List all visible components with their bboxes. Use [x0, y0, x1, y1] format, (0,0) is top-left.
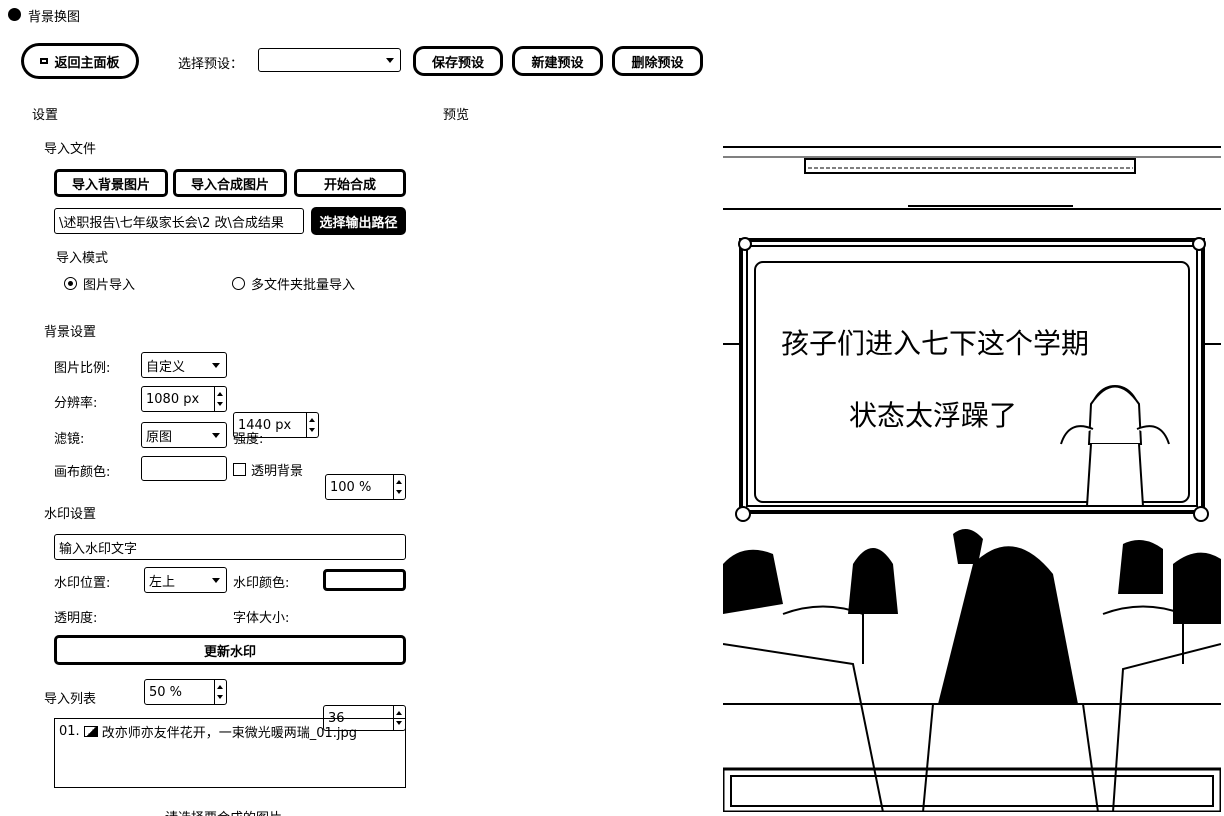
preset-label: 选择预设： — [178, 57, 244, 72]
ratio-select[interactable]: 自定义 — [141, 352, 227, 378]
import-list[interactable]: 01. 改亦师亦友伴花开，一束微光暖两瑞_01.jpg — [54, 718, 406, 788]
opacity-label: 透明度: — [54, 611, 98, 626]
watermark-position-select[interactable]: 左上 — [144, 567, 227, 593]
checkbox-icon — [233, 463, 246, 476]
preview-image: 孩子们进入七下这个学期 状态太浮躁了 — [723, 144, 1221, 812]
app-icon — [8, 8, 21, 21]
import-composite-button[interactable]: 导入合成图片 — [173, 169, 287, 197]
background-settings-title: 背景设置 — [44, 325, 97, 340]
watermark-text-input[interactable]: 输入水印文字 — [54, 534, 406, 560]
stepper-icon[interactable] — [214, 387, 226, 411]
status-text: 请选择要合成的图片 — [165, 807, 282, 816]
strength-label: 强度: — [233, 432, 264, 447]
radio-on-icon — [64, 277, 77, 290]
radio-image-import[interactable]: 图片导入 — [64, 274, 135, 293]
filter-select[interactable]: 原图 — [141, 422, 227, 448]
stepper-icon[interactable] — [214, 680, 226, 704]
back-icon — [40, 58, 49, 64]
ratio-label: 图片比例: — [54, 361, 111, 376]
watermark-position-label: 水印位置: — [54, 576, 111, 591]
chevron-down-icon — [212, 578, 220, 583]
font-size-label: 字体大小: — [233, 611, 290, 626]
preview-line-1: 孩子们进入七下这个学期 — [781, 327, 1090, 360]
filter-label: 滤镜: — [54, 432, 85, 447]
new-preset-button[interactable]: 新建预设 — [513, 47, 602, 75]
canvas-color-picker[interactable] — [141, 456, 227, 481]
delete-preset-button[interactable]: 删除预设 — [613, 47, 702, 75]
start-compose-button[interactable]: 开始合成 — [294, 169, 406, 197]
watermark-settings-title: 水印设置 — [44, 507, 97, 522]
radio-folder-batch-import[interactable]: 多文件夹批量导入 — [232, 274, 355, 293]
import-files-title: 导入文件 — [44, 142, 97, 157]
classroom-illustration — [723, 144, 1221, 812]
preview-line-2: 状态太浮躁了 — [849, 399, 1018, 432]
width-spinbox[interactable]: 1080 px — [141, 386, 227, 412]
choose-output-button[interactable]: 选择输出路径 — [311, 207, 406, 235]
save-preset-button[interactable]: 保存预设 — [414, 47, 502, 75]
watermark-color-picker[interactable] — [323, 569, 406, 591]
back-to-main-button[interactable]: 返回主面板 — [22, 44, 138, 78]
chevron-down-icon — [212, 433, 220, 438]
stepper-icon[interactable] — [306, 413, 318, 437]
import-background-button[interactable]: 导入背景图片 — [54, 169, 168, 197]
canvas-color-label: 画布颜色: — [54, 465, 111, 480]
import-list-title: 导入列表 — [44, 692, 97, 707]
window-title: 背景换图 — [28, 10, 81, 25]
image-file-icon — [83, 726, 98, 737]
strength-spinbox[interactable]: 100 % — [325, 474, 406, 500]
update-watermark-button[interactable]: 更新水印 — [54, 635, 406, 665]
opacity-spinbox[interactable]: 50 % — [144, 679, 227, 705]
stepper-icon[interactable] — [393, 475, 405, 499]
watermark-color-label: 水印颜色: — [233, 576, 290, 591]
list-item[interactable]: 01. 改亦师亦友伴花开，一束微光暖两瑞_01.jpg — [59, 722, 401, 741]
preset-select[interactable] — [258, 48, 401, 72]
chevron-down-icon — [386, 58, 394, 63]
radio-off-icon — [232, 277, 245, 290]
transparent-bg-checkbox[interactable]: 透明背景 — [233, 460, 303, 479]
chevron-down-icon — [212, 363, 220, 368]
import-mode-title: 导入模式 — [56, 251, 109, 266]
settings-title: 设置 — [32, 108, 59, 123]
resolution-label: 分辨率: — [54, 396, 98, 411]
output-path-field[interactable]: \述职报告\七年级家长会\2 改\合成结果 — [54, 208, 304, 234]
preview-title: 预览 — [443, 108, 470, 123]
